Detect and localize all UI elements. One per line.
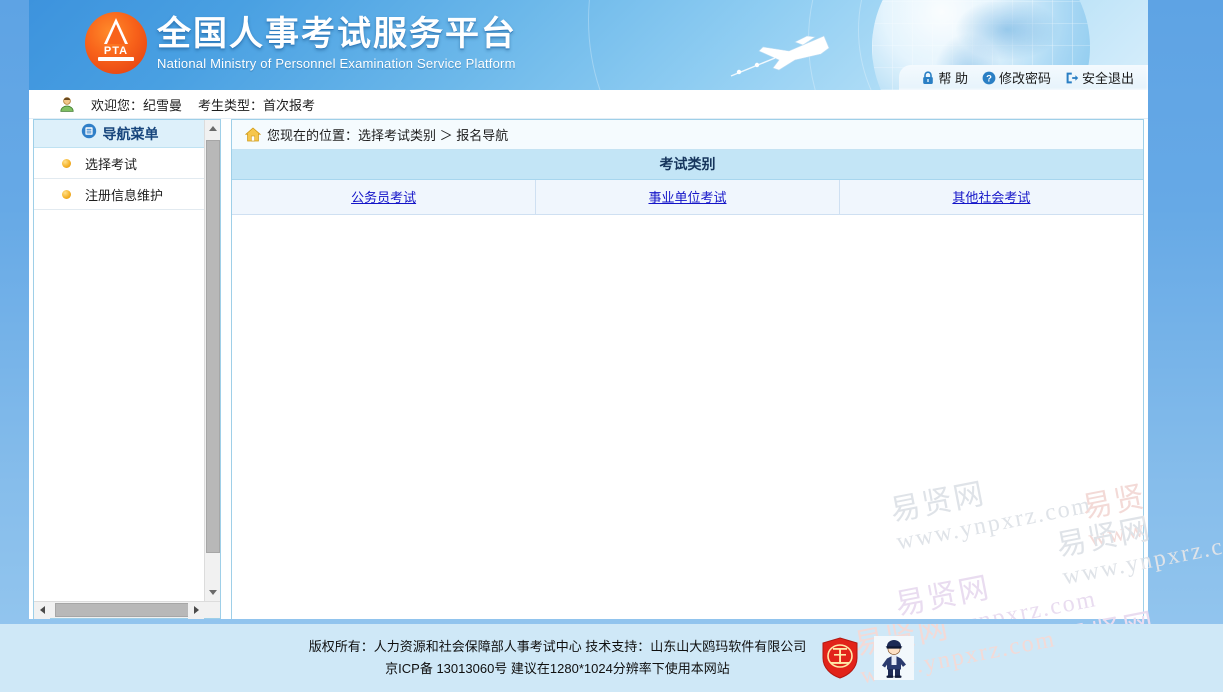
page-shell: PTA 全国人事考试服务平台 National Ministry of Pers… — [29, 0, 1148, 692]
table-cell-civil-service: 公务员考试 — [232, 179, 537, 215]
logout-link-label: 安全退出 — [1081, 71, 1134, 86]
footer-text: 版权所有：人力资源和社会保障部人事考试中心 技术支持：山东山大鸥玛软件有限公司 … — [309, 636, 807, 680]
watermark-url: www.ynpxrz.com — [1086, 489, 1144, 553]
sidebar-panel: 导航菜单 选择考试 注册信息维护 — [33, 119, 221, 619]
breadcrumb-text: 您现在的位置：选择考试类别 ＞ 报名导航 — [267, 128, 509, 143]
scroll-up-button[interactable] — [205, 120, 220, 137]
sidebar-item-select-exam[interactable]: 选择考试 — [34, 148, 205, 179]
chevron-right-icon — [193, 606, 199, 614]
pta-logo-icon: PTA — [85, 12, 147, 74]
question-icon: ? — [982, 71, 996, 85]
footer-line-copyright: 版权所有：人力资源和社会保障部人事考试中心 技术支持：山东山大鸥玛软件有限公司 — [308, 639, 807, 654]
watermark-cn: 易贤网 — [887, 477, 989, 528]
sidebar-scroll-area: 导航菜单 选择考试 注册信息维护 — [34, 120, 220, 601]
watermark: 易贤网 www.ynpxrz.com — [893, 554, 1099, 619]
vertical-scroll-thumb[interactable] — [206, 140, 220, 553]
logo-text: PTA — [103, 45, 129, 57]
link-other-social-exam[interactable]: 其他社会考试 — [952, 190, 1030, 205]
chevron-down-icon — [209, 590, 217, 595]
watermark-cn: 易贤网 — [1079, 474, 1144, 525]
lock-icon — [921, 70, 935, 85]
logo-bar — [98, 57, 134, 61]
watermark-cn: 易贤网 — [892, 571, 994, 619]
table-header-cell: 考试类别 — [232, 150, 1143, 180]
sidebar-item-registration-info[interactable]: 注册信息维护 — [34, 179, 205, 210]
welcome-greeting: 欢迎您：纪雪曼 — [91, 97, 183, 113]
page-footer: 易贤网 www.ynpxrz.com 版权所有：人力资源和社会保障部人事考试中心… — [0, 624, 1223, 692]
breadcrumb: 您现在的位置：选择考试类别 ＞ 报名导航 — [232, 120, 1143, 150]
site-logo: PTA 全国人事考试服务平台 National Ministry of Pers… — [85, 12, 517, 74]
logout-link[interactable]: 安全退出 — [1065, 68, 1134, 87]
exam-category-table: 考试类别 公务员考试 事业单位考试 其他社会考试 — [232, 150, 1143, 215]
exit-icon — [1065, 71, 1079, 85]
table-cell-public-institution: 事业单位考试 — [535, 179, 840, 215]
watermark-url: www.ynpxrz.com — [899, 586, 1100, 619]
watermark: 易贤网 www.ynpxrz.com — [1079, 457, 1144, 554]
content-panel: 您现在的位置：选择考试类别 ＞ 报名导航 考试类别 公务员考试 事业单位考试 其… — [231, 119, 1144, 619]
chevron-up-icon — [209, 126, 217, 131]
airplane-icon — [729, 22, 849, 78]
menu-list-icon — [81, 123, 97, 144]
nav-menu-header-label: 导航菜单 — [102, 125, 159, 142]
nav-menu-header: 导航菜单 — [34, 120, 205, 148]
change-password-label: 修改密码 — [998, 71, 1051, 86]
table-row: 公务员考试 事业单位考试 其他社会考试 — [232, 179, 1143, 215]
table-header-row: 考试类别 — [232, 150, 1143, 180]
user-avatar-icon — [59, 96, 75, 112]
site-header-banner: PTA 全国人事考试服务平台 National Ministry of Pers… — [29, 0, 1148, 90]
logo-spire-inner — [107, 24, 125, 44]
sidebar-horizontal-scrollbar[interactable] — [34, 601, 220, 619]
link-public-institution-exam[interactable]: 事业单位考试 — [648, 190, 726, 205]
link-civil-service-exam[interactable]: 公务员考试 — [351, 190, 416, 205]
top-nav-links: 帮 助 ? 修改密码 安全退出 — [899, 65, 1148, 90]
help-link-label: 帮 助 — [938, 71, 968, 86]
sidebar-item-label: 选择考试 — [85, 156, 138, 172]
police-shield-badge-icon[interactable] — [820, 636, 860, 680]
scroll-right-button[interactable] — [188, 601, 204, 619]
scroll-left-button[interactable] — [34, 601, 50, 619]
chevron-left-icon — [39, 606, 45, 614]
watermark-url: www.ynpxrz.com — [894, 492, 1095, 556]
candidate-type: 考生类型：首次报考 — [198, 97, 316, 113]
site-title-english: National Ministry of Personnel Examinati… — [157, 56, 516, 71]
sidebar-content: 导航菜单 选择考试 注册信息维护 — [34, 120, 205, 210]
watermark: 易贤网 www.ynpxrz.com — [888, 460, 1094, 557]
change-password-link[interactable]: ? 修改密码 — [982, 68, 1051, 87]
bullet-icon — [62, 158, 71, 168]
footer-content: 版权所有：人力资源和社会保障部人事考试中心 技术支持：山东山大鸥玛软件有限公司 … — [309, 636, 915, 680]
bullet-icon — [62, 189, 71, 199]
table-cell-other-social: 其他社会考试 — [839, 179, 1143, 215]
site-title-chinese: 全国人事考试服务平台 — [157, 15, 517, 53]
sidebar-vertical-scrollbar[interactable] — [204, 120, 220, 601]
cyber-police-officer-badge-icon[interactable] — [874, 636, 915, 680]
body-region: 导航菜单 选择考试 注册信息维护 您现在的位置：选择考试类别 ＞ 报名导航 考试… — [29, 119, 1148, 619]
help-link[interactable]: 帮 助 — [921, 68, 968, 87]
sidebar-item-label: 注册信息维护 — [85, 187, 164, 203]
svg-text:?: ? — [986, 73, 992, 84]
footer-line-icp: 京ICP备 13013060号 建议在1280*1024分辨率下使用本网站 — [385, 661, 730, 676]
horizontal-scroll-thumb[interactable] — [55, 603, 192, 617]
welcome-bar: 欢迎您：纪雪曼 考生类型：首次报考 — [29, 90, 1148, 119]
home-icon — [244, 127, 262, 142]
site-title-block: 全国人事考试服务平台 National Ministry of Personne… — [157, 13, 517, 73]
scroll-down-button[interactable] — [205, 584, 220, 601]
